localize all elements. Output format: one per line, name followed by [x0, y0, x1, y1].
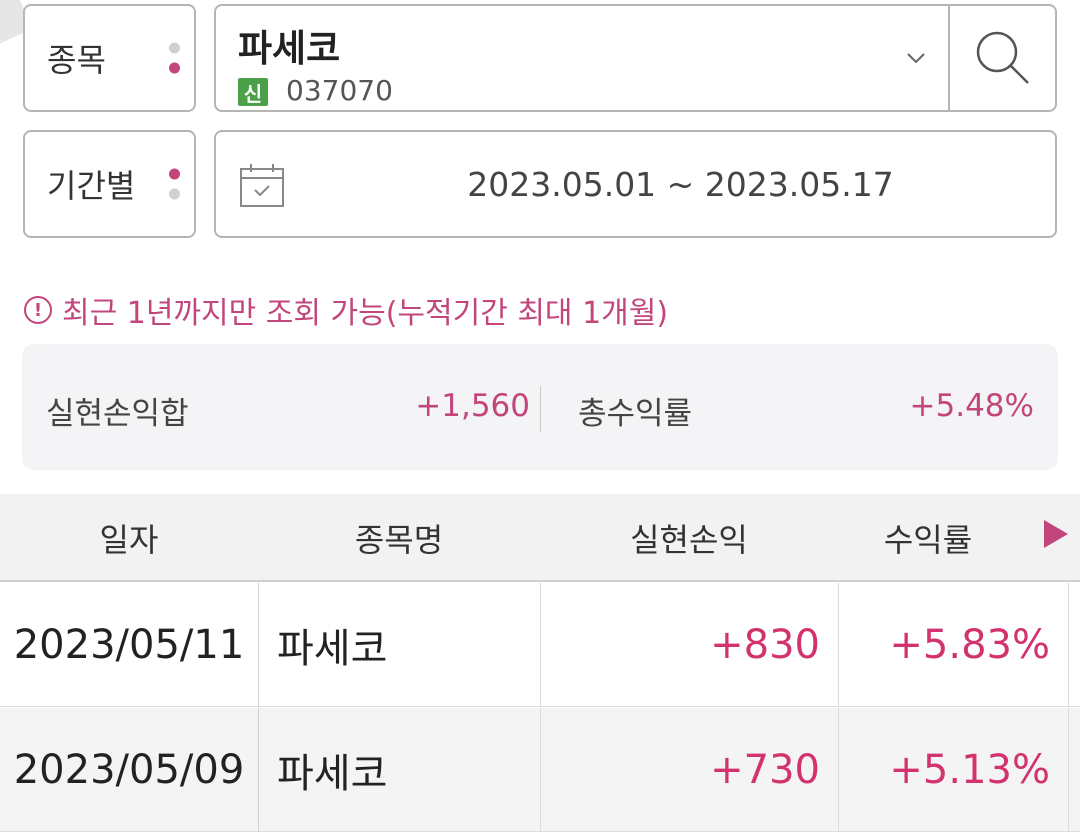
- row-edge: [1068, 708, 1069, 832]
- summary-panel: 실현손익합 +1,560 총수익률 +5.48%: [22, 344, 1058, 470]
- stock-name: 파세코: [238, 27, 341, 70]
- header-date[interactable]: 일자: [0, 494, 258, 582]
- row-edge: [1068, 583, 1069, 707]
- table-row[interactable]: 2023/05/09 파세코 +730 +5.13%: [0, 708, 1080, 832]
- table-header: 일자 종목명 실현손익 수익률: [0, 494, 1080, 582]
- toggle-dots: [169, 168, 180, 200]
- total-return-label: 총수익률: [578, 396, 693, 432]
- realized-profit-label: 실현손익합: [46, 396, 189, 432]
- cell-realized-profit: +830: [540, 583, 838, 707]
- scroll-right-icon[interactable]: [1044, 520, 1068, 548]
- table-row[interactable]: 2023/05/11 파세코 +830 +5.83%: [0, 583, 1080, 707]
- toggle-dots: [169, 42, 180, 74]
- dot-inactive: [169, 188, 180, 200]
- dot-inactive: [169, 42, 180, 54]
- date-range-picker[interactable]: 2023.05.01 ~ 2023.05.17: [214, 130, 1057, 238]
- summary-divider: [540, 386, 541, 432]
- notice-text: 최근 1년까지만 조회 가능(누적기간 최대 1개월): [62, 296, 669, 331]
- chevron-down-icon[interactable]: [906, 48, 926, 68]
- period-selector-label[interactable]: 기간별: [23, 130, 196, 238]
- cell-stock-name: 파세코: [258, 708, 540, 832]
- stock-code: 037070: [286, 74, 393, 107]
- search-button[interactable]: [950, 6, 1055, 110]
- cell-return-rate: +5.13%: [838, 708, 1068, 832]
- stock-input[interactable]: 파세코 신 037070: [214, 4, 1057, 112]
- cell-realized-profit: +730: [540, 708, 838, 832]
- stock-label-text: 종목: [47, 41, 106, 79]
- header-stock-name[interactable]: 종목명: [258, 494, 540, 582]
- dot-active: [169, 62, 180, 74]
- search-icon: [976, 31, 1029, 84]
- realized-profit-value: +1,560: [415, 388, 530, 424]
- cell-date: 2023/05/11: [13, 622, 245, 668]
- new-badge: 신: [238, 78, 268, 106]
- info-icon: !: [24, 296, 52, 324]
- stock-selector-label[interactable]: 종목: [23, 4, 196, 112]
- header-realized-profit[interactable]: 실현손익: [540, 494, 838, 582]
- cell-return-rate: +5.83%: [838, 583, 1068, 707]
- cell-stock-name: 파세코: [258, 583, 540, 707]
- date-range-text: 2023.05.01 ~ 2023.05.17: [467, 164, 894, 204]
- cell-date: 2023/05/09: [13, 747, 245, 793]
- notice-message: ! 최근 1년까지만 조회 가능(누적기간 최대 1개월): [24, 288, 668, 332]
- header-return-rate[interactable]: 수익률: [838, 494, 1018, 582]
- period-label-text: 기간별: [47, 167, 136, 205]
- total-return-value: +5.48%: [909, 388, 1034, 424]
- dot-active: [169, 168, 180, 180]
